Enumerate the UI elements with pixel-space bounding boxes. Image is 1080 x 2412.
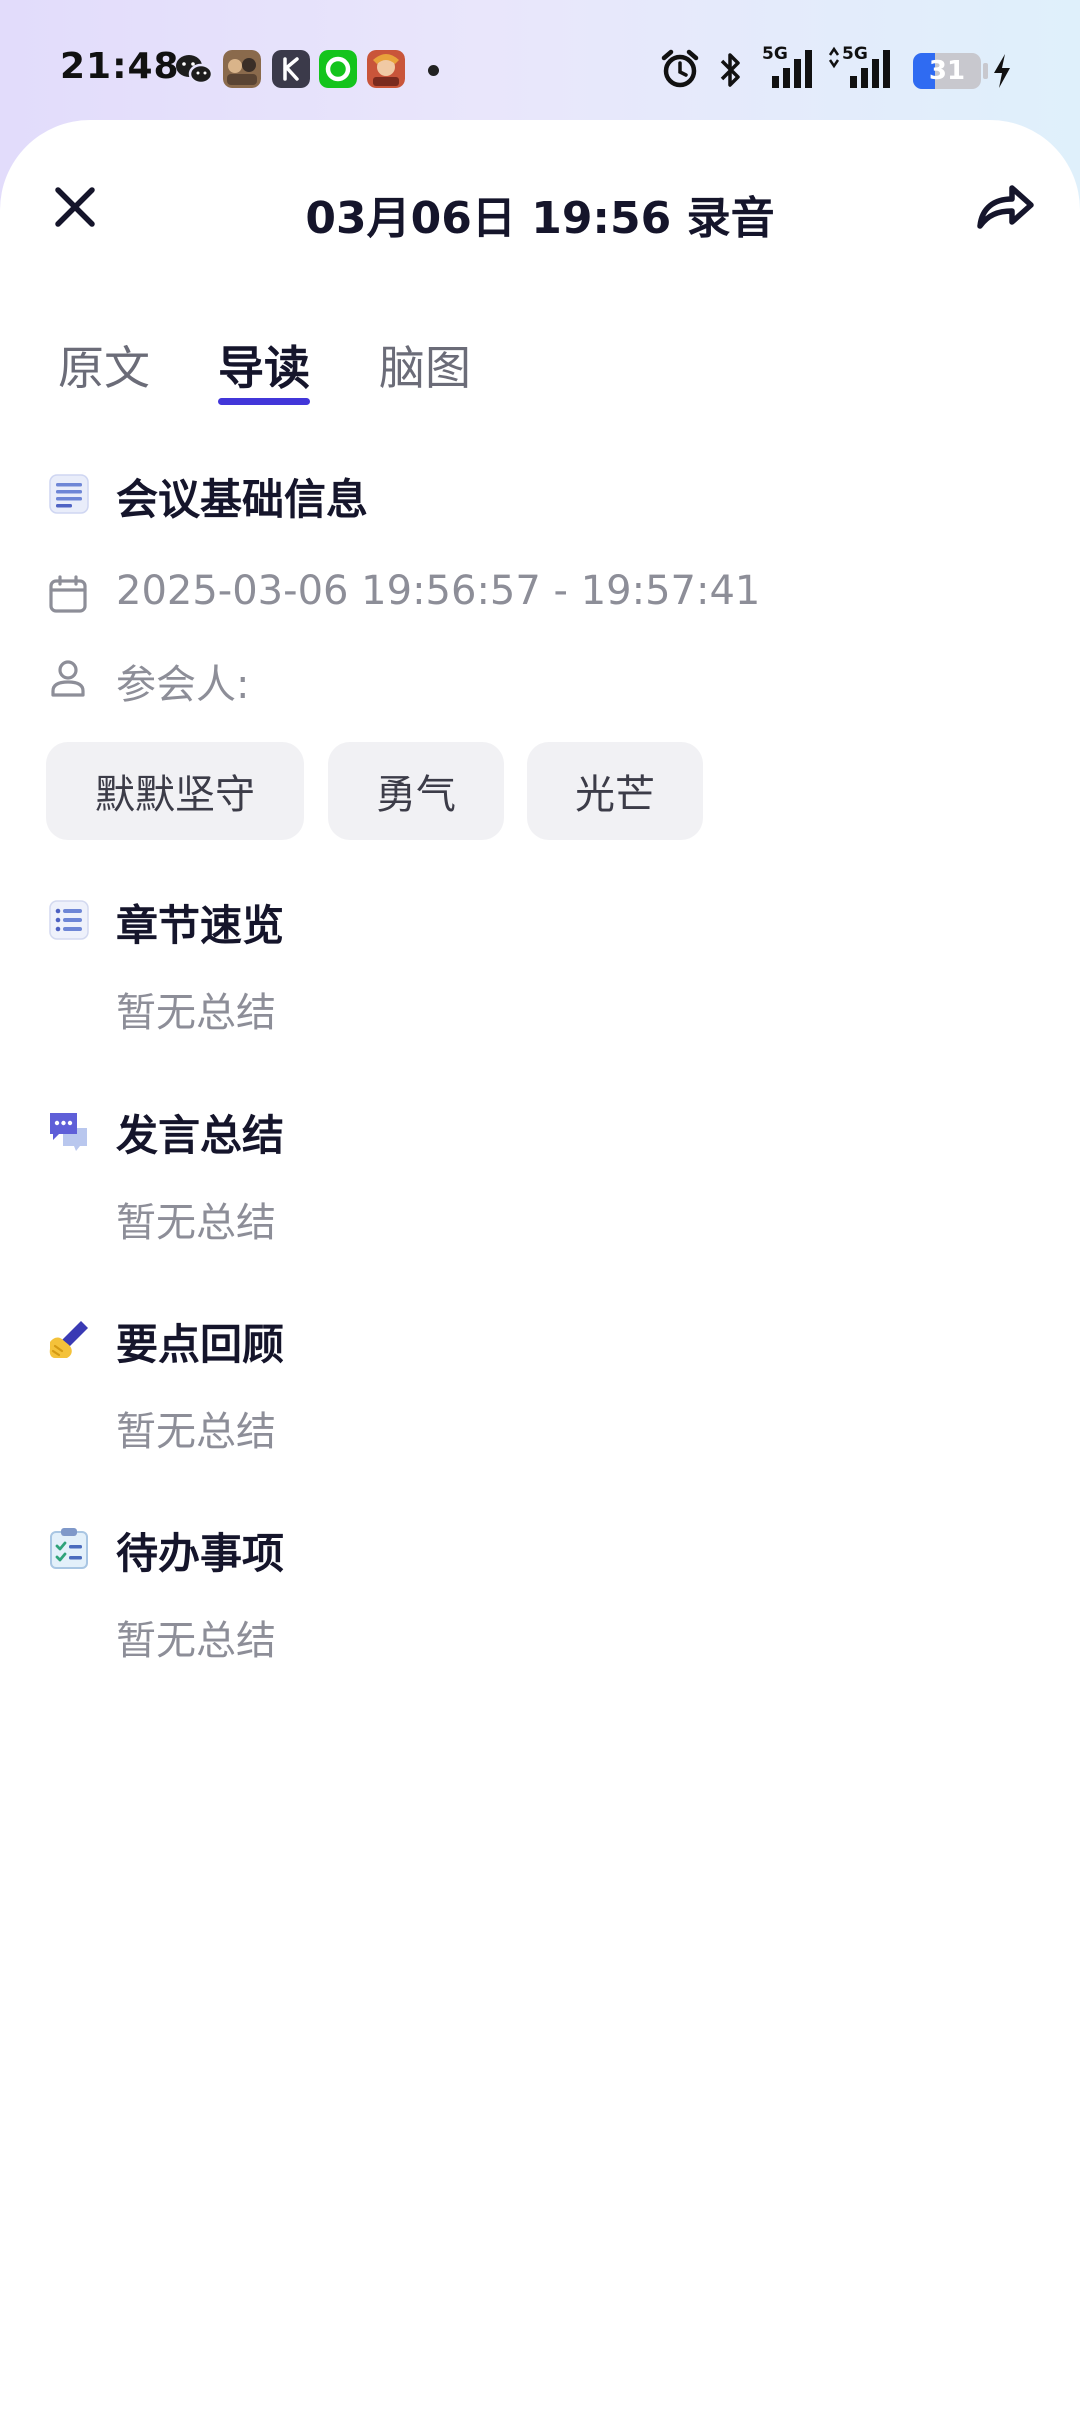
chapter-overview-content: 暂无总结 [116, 990, 276, 1036]
content-sheet: 03月06日 19:56 录音 原文 导读 脑图 会议基础信息 2025-03-… [0, 120, 1080, 2412]
key-points-title: 要点回顾 [116, 1320, 285, 1369]
todo-content: 暂无总结 [116, 1618, 276, 1664]
status-time: 21:48 [60, 46, 180, 87]
clipboard-checklist-icon [50, 1528, 88, 1569]
battery-cap [983, 63, 988, 79]
participant-chip[interactable]: 光芒 [527, 742, 703, 840]
battery-icon: 31 [913, 53, 981, 89]
green-app-icon [319, 50, 357, 88]
chat-bubbles-icon [50, 1113, 87, 1151]
todo-title: 待办事项 [116, 1529, 285, 1578]
wechat-icon [176, 55, 214, 85]
list-icon [49, 900, 89, 940]
k-app-icon [272, 50, 310, 88]
page-title: 03月06日 19:56 录音 [305, 193, 775, 244]
speech-summary-content: 暂无总结 [116, 1200, 276, 1246]
participant-chip[interactable]: 勇气 [328, 742, 504, 840]
meeting-info-title: 会议基础信息 [116, 475, 369, 524]
speech-summary-title: 发言总结 [116, 1111, 285, 1160]
battery-level: 31 [928, 56, 966, 86]
share-button[interactable] [974, 178, 1036, 236]
tab-original[interactable]: 原文 [58, 332, 150, 398]
tab-mindmap[interactable]: 脑图 [379, 332, 471, 398]
hero-game-icon [367, 50, 405, 88]
person-icon [51, 660, 85, 697]
chapter-overview-title: 章节速览 [116, 901, 285, 950]
signal-icon [772, 50, 812, 88]
alarm-icon [661, 49, 699, 88]
tab-guide[interactable]: 导读 [218, 332, 310, 398]
notification-dot [428, 65, 439, 76]
game-app-icon [223, 50, 261, 88]
signal-icon-2 [828, 46, 890, 88]
bluetooth-icon [720, 53, 740, 87]
participant-chip[interactable]: 默默坚守 [46, 742, 304, 840]
calendar-icon [49, 575, 87, 613]
close-button[interactable] [48, 180, 102, 234]
meeting-datetime: 2025-03-06 19:56:57 - 19:57:41 [116, 568, 761, 614]
document-icon [49, 474, 89, 514]
status-bar: 21:48 5G 5G 31 [0, 0, 1080, 120]
key-points-content: 暂无总结 [116, 1409, 276, 1455]
participants-label: 参会人: [116, 662, 250, 708]
writing-hand-icon [49, 1321, 88, 1358]
charging-icon [994, 54, 1010, 88]
active-tab-indicator [218, 398, 310, 405]
